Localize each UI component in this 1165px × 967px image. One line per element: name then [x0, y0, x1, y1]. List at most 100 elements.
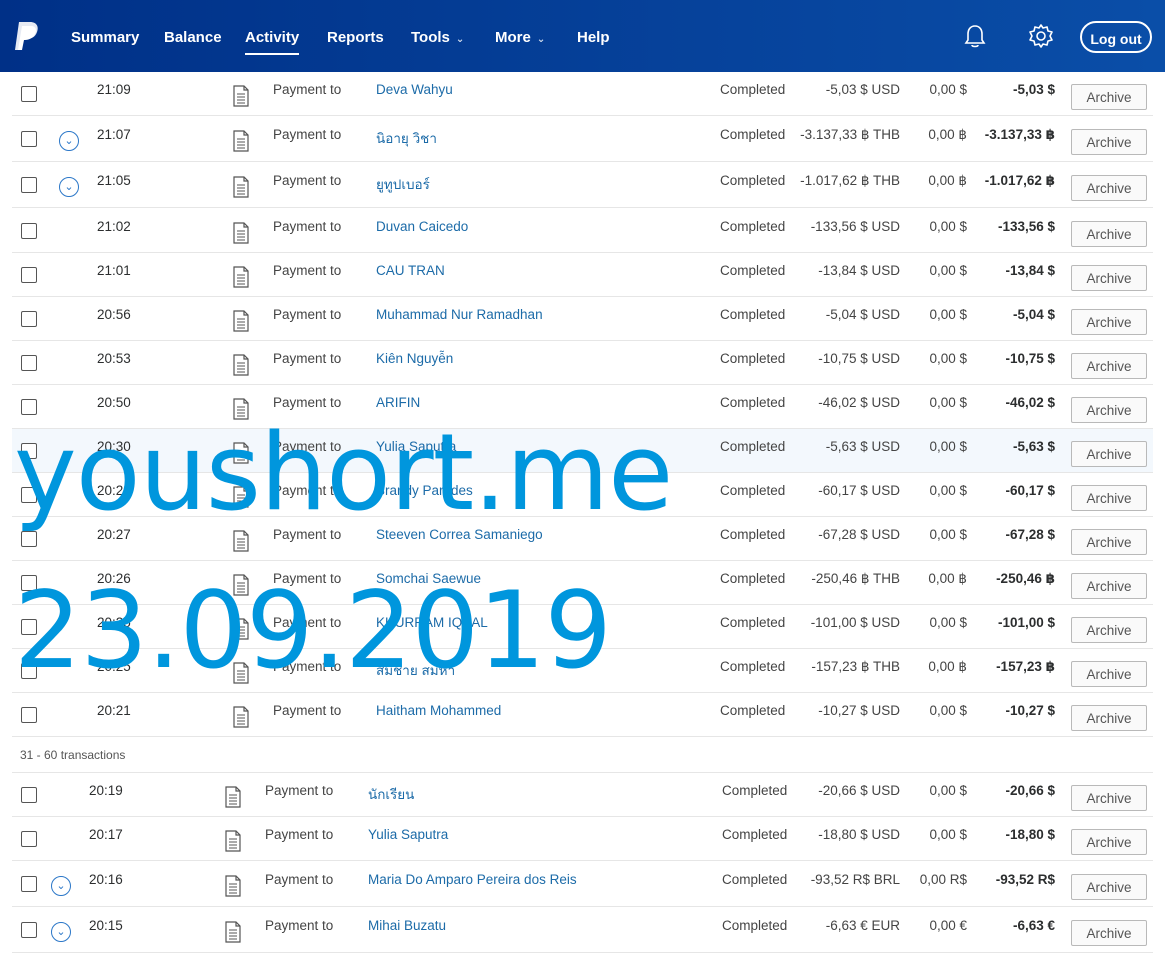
document-icon[interactable]: [233, 176, 249, 198]
nav-tools[interactable]: Tools ⌄: [411, 29, 464, 46]
row-fee-amount: 0,00 ฿: [928, 659, 967, 674]
row-counterparty-link[interactable]: CAU TRAN: [376, 263, 445, 278]
archive-button[interactable]: Archive: [1071, 617, 1147, 643]
document-icon[interactable]: [233, 130, 249, 152]
row-description: Payment to: [273, 127, 342, 142]
row-description: Payment to: [265, 918, 334, 933]
row-checkbox[interactable]: [21, 223, 37, 239]
archive-button[interactable]: Archive: [1071, 84, 1147, 110]
archive-button[interactable]: Archive: [1071, 221, 1147, 247]
row-checkbox[interactable]: [21, 876, 37, 892]
row-net-amount: -93,52 R$: [995, 872, 1055, 887]
expand-chevron-icon[interactable]: ⌄: [59, 177, 79, 197]
archive-button[interactable]: Archive: [1071, 573, 1147, 599]
archive-button[interactable]: Archive: [1071, 829, 1147, 855]
row-status: Completed: [720, 703, 786, 718]
expand-chevron-icon[interactable]: ⌄: [51, 922, 71, 942]
row-fee-amount: 0,00 $: [929, 82, 967, 97]
row-gross-amount: -60,17 $ USD: [818, 483, 900, 498]
logout-button[interactable]: Log out: [1080, 21, 1152, 53]
row-net-amount: -10,27 $: [1005, 703, 1055, 718]
row-fee-amount: 0,00 €: [929, 918, 967, 933]
row-status: Completed: [720, 571, 786, 586]
document-icon[interactable]: [233, 310, 249, 332]
archive-button[interactable]: Archive: [1071, 874, 1147, 900]
archive-button[interactable]: Archive: [1071, 129, 1147, 155]
row-time: 21:05: [97, 173, 131, 188]
row-checkbox[interactable]: [21, 267, 37, 283]
row-counterparty-link[interactable]: ยูทูปเบอร์: [376, 173, 430, 195]
row-counterparty-link[interactable]: Muhammad Nur Ramadhan: [376, 307, 543, 322]
row-counterparty-link[interactable]: นักเรียน: [368, 783, 414, 805]
row-counterparty-link[interactable]: Kiên Nguyễn: [376, 351, 453, 366]
watermark-text: youshort.me: [14, 411, 673, 534]
row-checkbox[interactable]: [21, 311, 37, 327]
document-icon[interactable]: [233, 85, 249, 107]
row-status: Completed: [720, 173, 786, 188]
row-fee-amount: 0,00 R$: [919, 872, 967, 887]
row-net-amount: -18,80 $: [1005, 827, 1055, 842]
nav-reports[interactable]: Reports: [327, 29, 384, 46]
document-icon[interactable]: [225, 875, 241, 897]
row-counterparty-link[interactable]: Haitham Mohammed: [376, 703, 501, 718]
nav-balance[interactable]: Balance: [164, 29, 222, 46]
document-icon[interactable]: [233, 354, 249, 376]
archive-button[interactable]: Archive: [1071, 529, 1147, 555]
nav-activity[interactable]: Activity: [245, 29, 300, 55]
expand-chevron-icon[interactable]: ⌄: [51, 876, 71, 896]
row-checkbox[interactable]: [21, 131, 37, 147]
row-checkbox[interactable]: [21, 831, 37, 847]
row-checkbox[interactable]: [21, 922, 37, 938]
archive-button[interactable]: Archive: [1071, 785, 1147, 811]
row-counterparty-link[interactable]: Yulia Saputra: [368, 827, 448, 842]
row-counterparty-link[interactable]: Mihai Buzatu: [368, 918, 446, 933]
row-checkbox[interactable]: [21, 177, 37, 193]
row-gross-amount: -5,63 $ USD: [825, 439, 900, 454]
archive-button[interactable]: Archive: [1071, 705, 1147, 731]
row-counterparty-link[interactable]: Duvan Caicedo: [376, 219, 468, 234]
archive-button[interactable]: Archive: [1071, 441, 1147, 467]
table-row: 21:01 Payment to CAU TRAN Completed -13,84 $…: [12, 253, 1153, 297]
document-icon[interactable]: [225, 830, 241, 852]
expand-chevron-icon[interactable]: ⌄: [59, 131, 79, 151]
top-nav: Summary Balance Activity Reports Tools ⌄ …: [0, 0, 1165, 72]
row-status: Completed: [720, 527, 786, 542]
archive-button[interactable]: Archive: [1071, 175, 1147, 201]
row-counterparty-link[interactable]: Deva Wahyu: [376, 82, 453, 97]
archive-button[interactable]: Archive: [1071, 397, 1147, 423]
table-row: 20:17 Payment to Yulia Saputra Completed -18…: [12, 817, 1153, 861]
row-status: Completed: [720, 483, 786, 498]
row-net-amount: -133,56 $: [997, 219, 1055, 234]
document-icon[interactable]: [225, 786, 241, 808]
nav-summary[interactable]: Summary: [71, 29, 139, 46]
row-fee-amount: 0,00 $: [929, 219, 967, 234]
row-net-amount: -67,28 $: [1005, 527, 1055, 542]
table-row: ⌄ 20:16 Payment to Maria Do Amparo Pereira …: [12, 861, 1153, 907]
bell-icon[interactable]: [961, 22, 989, 50]
row-counterparty-link[interactable]: ARIFIN: [376, 395, 420, 410]
document-icon[interactable]: [225, 921, 241, 943]
row-counterparty-link[interactable]: นิอายุ วิชา: [376, 127, 437, 149]
archive-button[interactable]: Archive: [1071, 309, 1147, 335]
archive-button[interactable]: Archive: [1071, 661, 1147, 687]
row-net-amount: -10,75 $: [1005, 351, 1055, 366]
row-gross-amount: -46,02 $ USD: [818, 395, 900, 410]
row-counterparty-link[interactable]: Maria Do Amparo Pereira dos Reis: [368, 872, 577, 887]
document-icon[interactable]: [233, 222, 249, 244]
archive-button[interactable]: Archive: [1071, 265, 1147, 291]
row-checkbox[interactable]: [21, 86, 37, 102]
gear-icon[interactable]: [1027, 22, 1055, 50]
archive-button[interactable]: Archive: [1071, 353, 1147, 379]
nav-more[interactable]: More ⌄: [495, 29, 545, 46]
row-checkbox[interactable]: [21, 355, 37, 371]
row-checkbox[interactable]: [21, 787, 37, 803]
row-checkbox[interactable]: [21, 707, 37, 723]
paypal-logo[interactable]: [12, 20, 40, 52]
document-icon[interactable]: [233, 266, 249, 288]
row-net-amount: -20,66 $: [1005, 783, 1055, 798]
page-separator: 31 - 60 transactions: [12, 737, 1153, 773]
archive-button[interactable]: Archive: [1071, 920, 1147, 946]
nav-help[interactable]: Help: [577, 29, 610, 46]
archive-button[interactable]: Archive: [1071, 485, 1147, 511]
document-icon[interactable]: [233, 706, 249, 728]
